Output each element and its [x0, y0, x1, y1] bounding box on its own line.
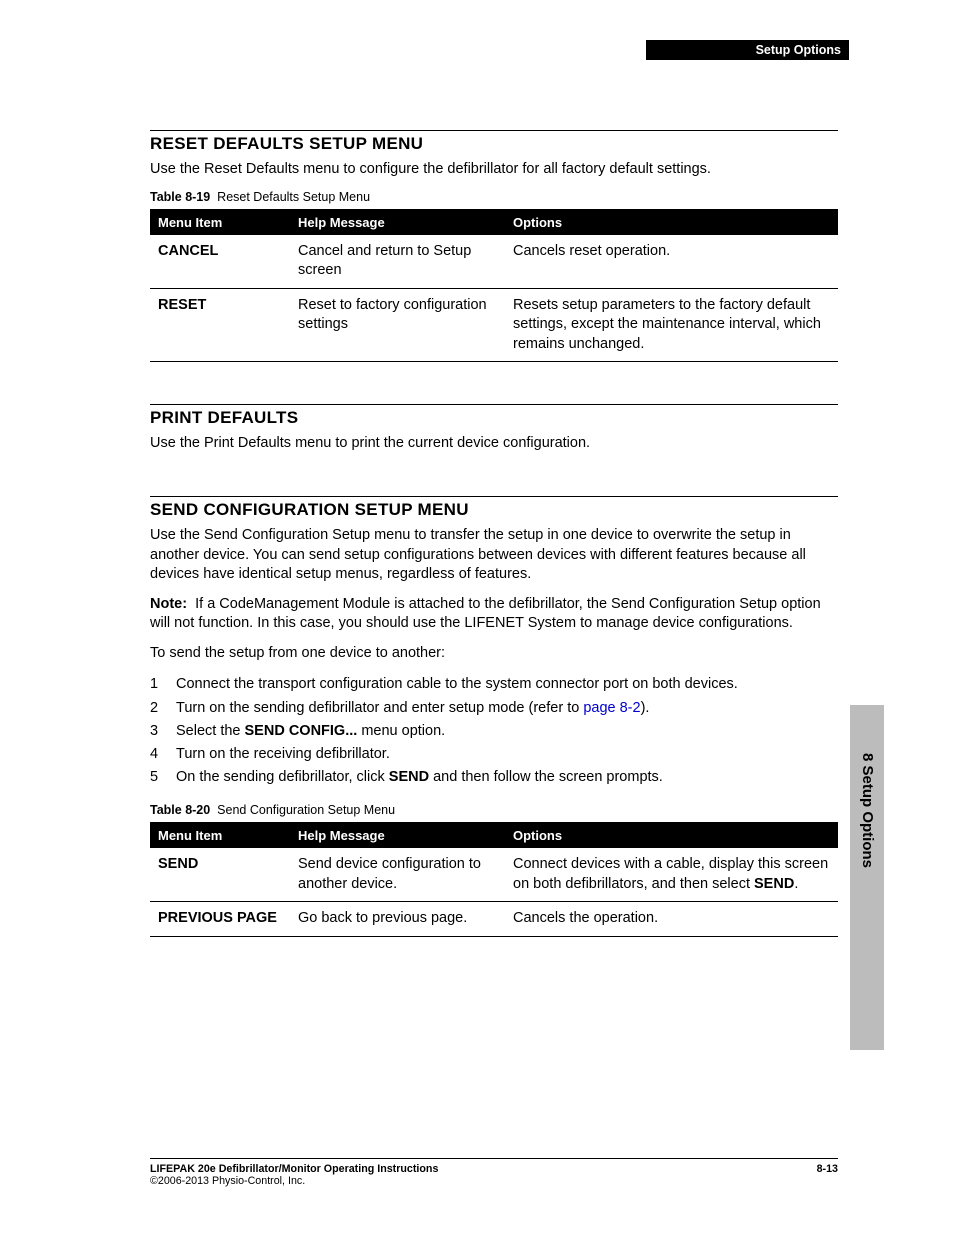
page-footer: LIFEPAK 20e Defibrillator/Monitor Operat…: [150, 1158, 838, 1187]
list-item: Select the SEND CONFIG... menu option.: [150, 720, 838, 743]
cell-menu-item: RESET: [150, 288, 290, 362]
section-rule: [150, 130, 838, 131]
cell-menu-item: PREVIOUS PAGE: [150, 902, 290, 937]
note-text: If a CodeManagement Module is attached t…: [150, 596, 821, 632]
step-text: menu option.: [357, 723, 445, 739]
side-tab-label: 8 Setup Options: [859, 753, 876, 868]
list-item: On the sending defibrillator, click SEND…: [150, 766, 838, 789]
section-rule: [150, 496, 838, 497]
cell-options: Connect devices with a cable, display th…: [505, 848, 838, 902]
button-name: SEND: [754, 876, 794, 892]
page-link[interactable]: page 8-2: [583, 700, 640, 716]
cell-options: Cancels the operation.: [505, 902, 838, 937]
cell-help-message: Cancel and return to Setup screen: [290, 235, 505, 289]
section-title-send: SEND CONFIGURATION SETUP MENU: [150, 500, 838, 520]
table-caption: Table 8-20 Send Configuration Setup Menu: [150, 803, 838, 817]
table-row: SEND Send device configuration to anothe…: [150, 848, 838, 902]
section-title-print: PRINT DEFAULTS: [150, 408, 838, 428]
table-row: CANCEL Cancel and return to Setup screen…: [150, 235, 838, 289]
list-item: Connect the transport configuration cabl…: [150, 673, 838, 696]
col-help-message: Help Message: [290, 209, 505, 235]
col-menu-item: Menu Item: [150, 209, 290, 235]
table-number: Table 8-20: [150, 803, 210, 817]
col-menu-item: Menu Item: [150, 823, 290, 849]
section-desc: Use the Print Defaults menu to print the…: [150, 434, 838, 454]
cell-help-message: Send device configuration to another dev…: [290, 848, 505, 902]
step-text: On the sending defibrillator, click: [176, 769, 389, 785]
step-text: Select the: [176, 723, 245, 739]
cell-options: Resets setup parameters to the factory d…: [505, 288, 838, 362]
table-number: Table 8-19: [150, 190, 210, 204]
col-help-message: Help Message: [290, 823, 505, 849]
section-desc: Use the Reset Defaults menu to configure…: [150, 160, 838, 180]
page-number: 8-13: [817, 1163, 838, 1175]
cell-help-message: Reset to factory configuration settings: [290, 288, 505, 362]
option-text: .: [794, 876, 798, 892]
reset-defaults-table: Menu Item Help Message Options CANCEL Ca…: [150, 209, 838, 363]
table-title: Send Configuration Setup Menu: [217, 803, 395, 817]
note-label: Note:: [150, 596, 187, 612]
cell-options: Cancels reset operation.: [505, 235, 838, 289]
header-tag: Setup Options: [646, 40, 849, 60]
chapter-side-tab: 8 Setup Options: [850, 705, 884, 1050]
cell-help-message: Go back to previous page.: [290, 902, 505, 937]
list-item: Turn on the sending defibrillator and en…: [150, 697, 838, 720]
step-text: and then follow the screen prompts.: [429, 769, 663, 785]
table-row: PREVIOUS PAGE Go back to previous page. …: [150, 902, 838, 937]
table-title: Reset Defaults Setup Menu: [217, 190, 370, 204]
section-rule: [150, 404, 838, 405]
send-config-table: Menu Item Help Message Options SEND Send…: [150, 822, 838, 937]
footer-title: LIFEPAK 20e Defibrillator/Monitor Operat…: [150, 1163, 438, 1175]
copyright: ©2006-2013 Physio-Control, Inc.: [150, 1175, 305, 1187]
table-caption: Table 8-19 Reset Defaults Setup Menu: [150, 190, 838, 204]
menu-option-name: SEND CONFIG...: [245, 723, 358, 739]
step-text: Turn on the sending defibrillator and en…: [176, 700, 583, 716]
col-options: Options: [505, 823, 838, 849]
paragraph: Use the Send Configuration Setup menu to…: [150, 526, 838, 585]
note-paragraph: Note: If a CodeManagement Module is atta…: [150, 595, 838, 634]
section-title-reset: RESET DEFAULTS SETUP MENU: [150, 134, 838, 154]
steps-list: Connect the transport configuration cabl…: [150, 673, 838, 789]
button-name: SEND: [389, 769, 429, 785]
paragraph: To send the setup from one device to ano…: [150, 644, 838, 664]
list-item: Turn on the receiving defibrillator.: [150, 743, 838, 766]
table-row: RESET Reset to factory configuration set…: [150, 288, 838, 362]
col-options: Options: [505, 209, 838, 235]
page-content: RESET DEFAULTS SETUP MENU Use the Reset …: [150, 130, 838, 937]
step-text: ).: [641, 700, 650, 716]
cell-menu-item: CANCEL: [150, 235, 290, 289]
cell-menu-item: SEND: [150, 848, 290, 902]
